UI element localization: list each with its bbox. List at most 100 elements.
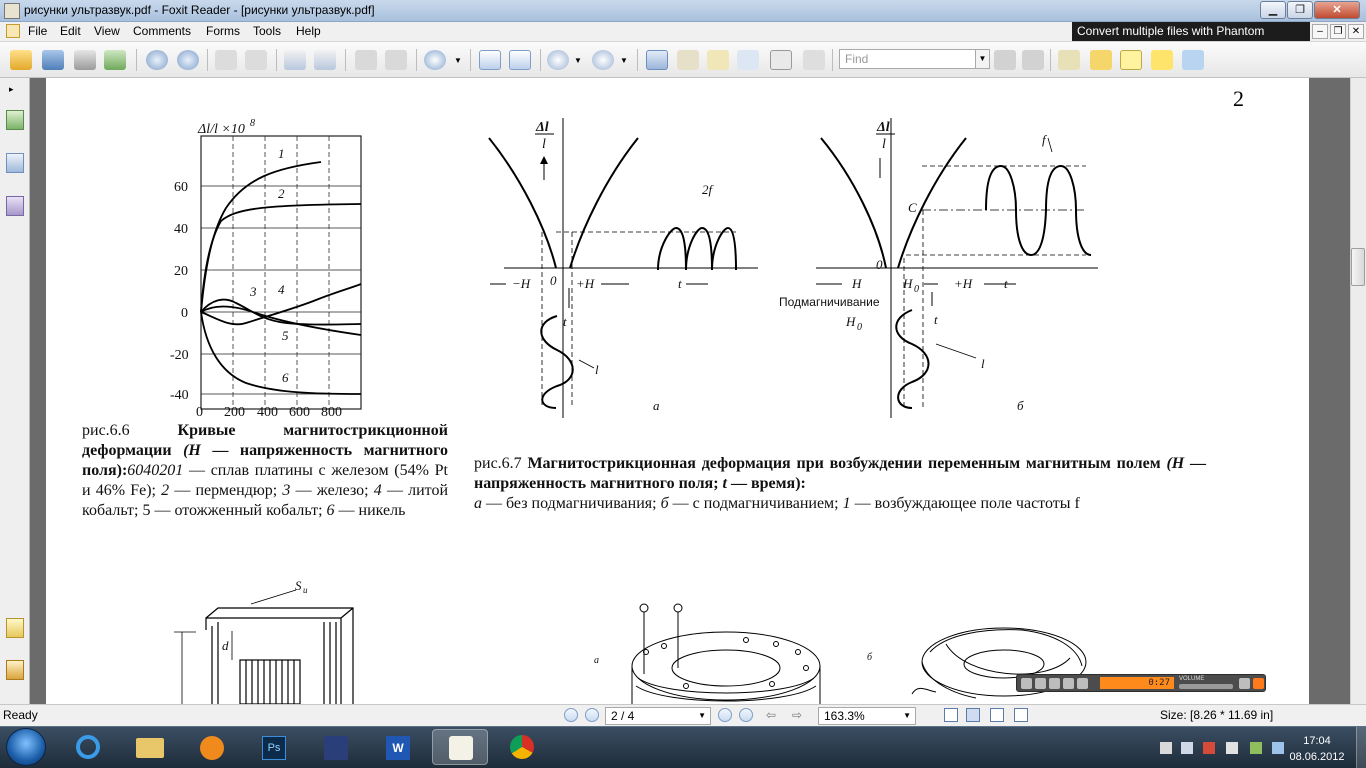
- continuous-facing-icon[interactable]: [1014, 708, 1028, 722]
- clock-time[interactable]: 17:04: [1294, 735, 1340, 747]
- scrollbar-thumb[interactable]: [1351, 248, 1365, 286]
- find-input[interactable]: Find: [839, 49, 976, 69]
- layers-icon[interactable]: [6, 196, 24, 216]
- select-annotation-icon[interactable]: [707, 50, 729, 70]
- continuous-icon[interactable]: [966, 708, 980, 722]
- email-icon[interactable]: [104, 50, 126, 70]
- zoom-out-dropdown-icon[interactable]: ▼: [574, 56, 582, 65]
- forward-icon[interactable]: [245, 50, 267, 70]
- restore-button[interactable]: ❐: [1287, 1, 1313, 19]
- start-button[interactable]: [6, 728, 46, 766]
- taskbar-foxit-icon[interactable]: [432, 729, 488, 765]
- menu-edit[interactable]: Edit: [60, 24, 81, 38]
- menu-file[interactable]: File: [28, 24, 47, 38]
- minimize-button[interactable]: ▁: [1260, 1, 1286, 19]
- extract-page-icon[interactable]: [284, 50, 306, 70]
- pause-icon[interactable]: [1035, 678, 1046, 689]
- comments-panel-icon[interactable]: [6, 618, 24, 638]
- prev-track-icon[interactable]: [1063, 678, 1074, 689]
- clock-date[interactable]: 08.06.2012: [1284, 751, 1350, 763]
- menu-comments[interactable]: Comments: [133, 24, 191, 38]
- typewriter-icon[interactable]: [770, 50, 792, 70]
- pencil-icon[interactable]: [1090, 50, 1112, 70]
- undo-icon[interactable]: [355, 50, 377, 70]
- save-icon[interactable]: [42, 50, 64, 70]
- redo-icon[interactable]: [385, 50, 407, 70]
- volume-icon[interactable]: [1181, 742, 1193, 754]
- next-track-icon[interactable]: [1077, 678, 1088, 689]
- panel-toggle-icon[interactable]: ▸: [9, 84, 14, 95]
- textbox-icon[interactable]: [1120, 50, 1142, 70]
- bookmarks-icon[interactable]: [6, 110, 24, 130]
- menu-view[interactable]: View: [94, 24, 120, 38]
- tray-expand-icon[interactable]: [1160, 742, 1172, 754]
- doc-restore-button[interactable]: ❐: [1330, 24, 1346, 39]
- media-menu-icon[interactable]: [1239, 678, 1250, 689]
- page-number-field[interactable]: 2 / 4 ▼: [605, 707, 711, 725]
- page-dropdown-icon[interactable]: ▼: [698, 711, 706, 720]
- taskbar-media-player-icon[interactable]: [184, 729, 240, 765]
- battery-icon[interactable]: [1250, 742, 1262, 754]
- insert-page-icon[interactable]: [314, 50, 336, 70]
- forward-view-icon[interactable]: ⇨: [792, 708, 802, 722]
- next-page-status-icon[interactable]: [718, 708, 732, 722]
- attachments-icon[interactable]: [6, 660, 24, 680]
- hand-tool-icon[interactable]: [646, 50, 668, 70]
- facing-icon[interactable]: [990, 708, 1004, 722]
- zoom-dropdown-icon[interactable]: ▼: [903, 711, 911, 720]
- pages-icon[interactable]: [6, 153, 24, 173]
- menu-tools[interactable]: Tools: [253, 24, 281, 38]
- play-icon[interactable]: [1021, 678, 1032, 689]
- arrow-tool-icon[interactable]: [1182, 50, 1204, 70]
- media-close-icon[interactable]: [1253, 678, 1264, 689]
- fit-width-icon[interactable]: [509, 50, 531, 70]
- last-page-status-icon[interactable]: [739, 708, 753, 722]
- menu-forms[interactable]: Forms: [206, 24, 240, 38]
- find-dropdown-icon[interactable]: ▼: [976, 49, 990, 69]
- zoom-out-icon[interactable]: [547, 50, 569, 70]
- prev-page-status-icon[interactable]: [585, 708, 599, 722]
- print-icon[interactable]: [74, 50, 96, 70]
- taskbar-explorer-icon[interactable]: [122, 729, 178, 765]
- language-icon[interactable]: [1272, 742, 1284, 754]
- action-center-icon[interactable]: [1226, 742, 1238, 754]
- note-icon[interactable]: [1151, 50, 1173, 70]
- zoom-field[interactable]: 163.3% ▼: [818, 707, 916, 725]
- close-button[interactable]: ✕: [1314, 1, 1360, 19]
- find-icon[interactable]: [737, 50, 759, 70]
- first-page-icon[interactable]: [564, 708, 578, 722]
- select-text-icon[interactable]: [677, 50, 699, 70]
- open-icon[interactable]: [10, 50, 32, 70]
- taskbar-word-icon[interactable]: W: [370, 729, 426, 765]
- menu-help[interactable]: Help: [296, 24, 321, 38]
- zoom-in-icon[interactable]: [592, 50, 614, 70]
- volume-slider[interactable]: [1179, 684, 1233, 689]
- previous-page-icon[interactable]: [146, 50, 168, 70]
- back-view-icon[interactable]: ⇦: [766, 708, 776, 722]
- zoom-in-dropdown-icon[interactable]: ▼: [620, 56, 628, 65]
- document-icon[interactable]: [6, 24, 20, 38]
- title-bar: рисунки ультразвук.pdf - Foxit Reader - …: [0, 0, 1366, 22]
- taskbar-ie-icon[interactable]: [60, 729, 116, 765]
- next-page-icon[interactable]: [177, 50, 199, 70]
- foxit-app-icon[interactable]: [4, 3, 20, 19]
- single-page-icon[interactable]: [944, 708, 958, 722]
- show-desktop-button[interactable]: [1356, 727, 1366, 768]
- zoom-icon[interactable]: [424, 50, 446, 70]
- doc-minimize-button[interactable]: –: [1312, 24, 1328, 39]
- taskbar-save-icon[interactable]: [308, 729, 364, 765]
- taskbar-photoshop-icon[interactable]: Ps: [246, 729, 302, 765]
- doc-close-button[interactable]: ✕: [1348, 24, 1364, 39]
- find-previous-icon[interactable]: [994, 50, 1016, 70]
- zoom-dropdown-arrow-icon[interactable]: ▼: [454, 56, 462, 65]
- fit-page-icon[interactable]: [479, 50, 501, 70]
- find-next-icon[interactable]: [1022, 50, 1044, 70]
- snapshot-icon[interactable]: [803, 50, 825, 70]
- network-icon[interactable]: [1203, 742, 1215, 754]
- phantom-banner[interactable]: Convert multiple files with Phantom: [1072, 22, 1310, 41]
- vertical-scrollbar[interactable]: [1350, 78, 1366, 704]
- stop-icon[interactable]: [1049, 678, 1060, 689]
- back-icon[interactable]: [215, 50, 237, 70]
- taskbar-chrome-icon[interactable]: [494, 729, 550, 765]
- comment-tool-icon[interactable]: [1058, 50, 1080, 70]
